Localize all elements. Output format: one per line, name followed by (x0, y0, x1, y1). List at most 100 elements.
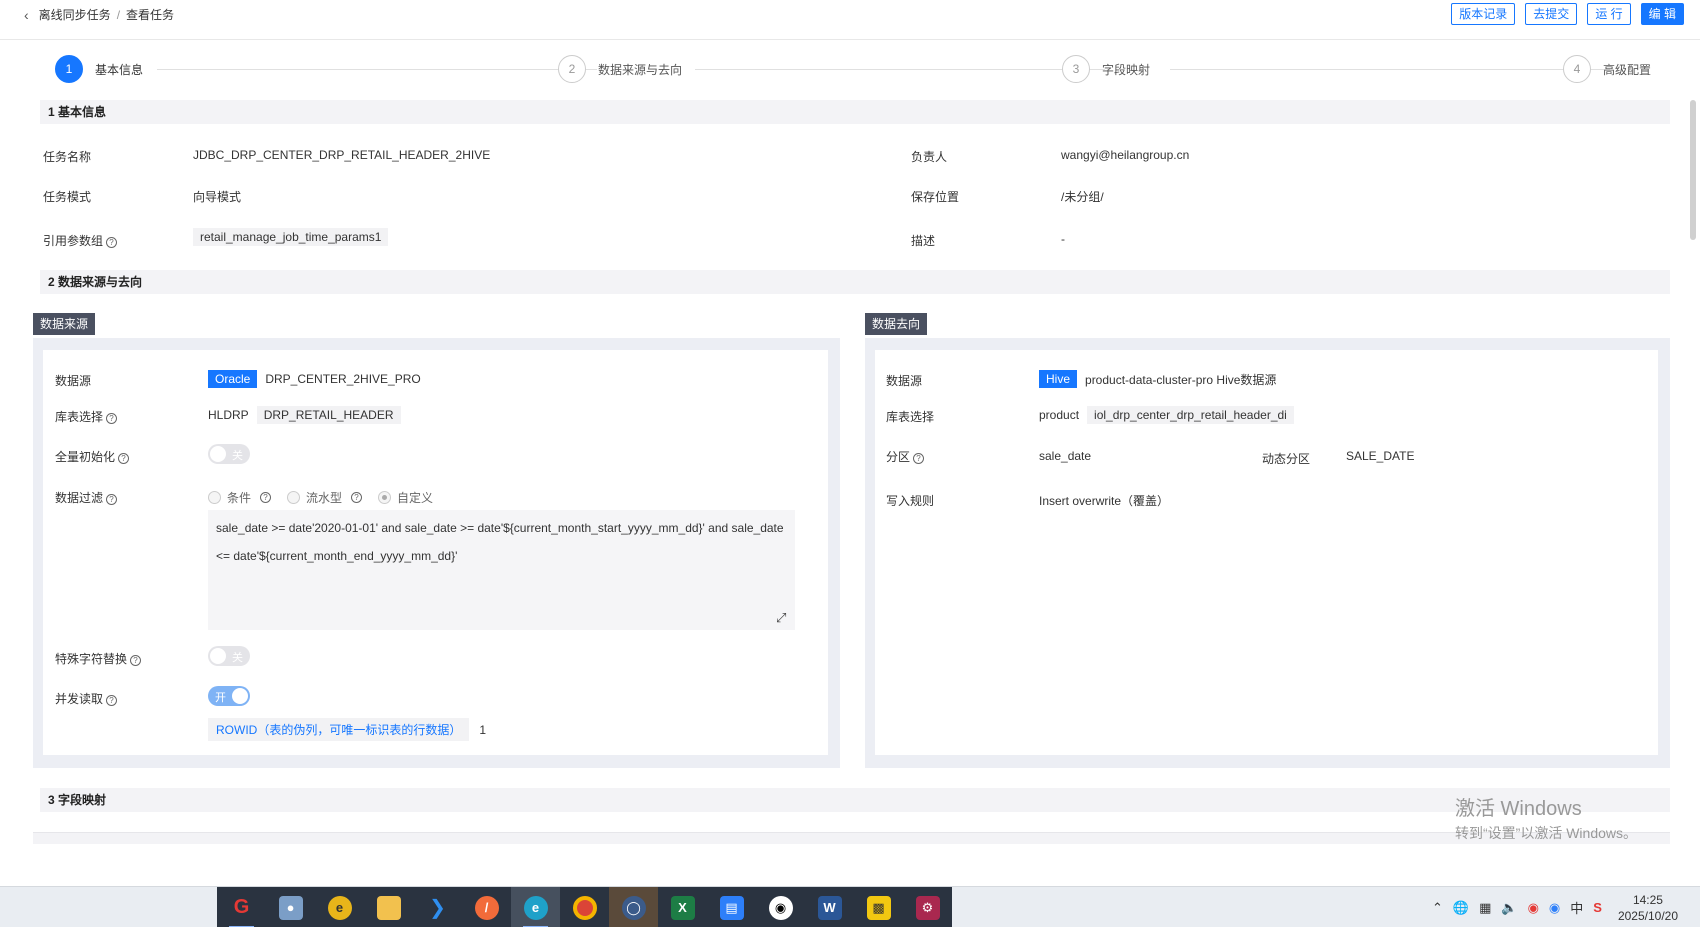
help-icon[interactable]: ? (106, 413, 118, 424)
folder-icon (376, 895, 401, 920)
source-table-label: 库表选择? (55, 408, 118, 425)
app-circle-icon: ◯ (621, 895, 646, 920)
param-group-label-text: 引用参数组 (43, 234, 104, 248)
taskbar-app-word[interactable]: W (805, 887, 854, 927)
activation-title: 激活 Windows (1455, 798, 1582, 820)
run-button[interactable]: 运 行 (1587, 3, 1631, 25)
source-table-value: HLDRP DRP_RETAIL_HEADER (208, 406, 401, 424)
taskbar-apps: G ● e ❯ / e ◯ X ▤ ◉ W ▩ ⚙ (217, 887, 952, 927)
toggle-text: 开 (215, 692, 226, 704)
toggle-knob (210, 446, 226, 462)
partition-label-text: 分区 (886, 450, 911, 464)
globe-icon[interactable]: 🌐 (1453, 900, 1469, 916)
radio-custom[interactable]: 自定义 (378, 489, 433, 506)
edge-icon: e (523, 895, 548, 920)
vertical-scrollbar[interactable] (1690, 100, 1696, 240)
step-label: 基本信息 (95, 62, 144, 77)
filter-sql-line-2: <= date'${current_month_end_yyyy_mm_dd}' (216, 549, 458, 563)
taskbar-app-penguin[interactable]: ◉ (756, 887, 805, 927)
owner-label: 负责人 (911, 150, 948, 164)
task-name-value: JDBC_DRP_CENTER_DRP_RETAIL_HEADER_2HIVE (193, 148, 491, 162)
app-orange-icon: / (474, 895, 499, 920)
full-init-label: 全量初始化? (55, 448, 130, 465)
expand-icon[interactable]: ⤢ (776, 610, 786, 626)
help-icon[interactable]: ? (351, 492, 363, 503)
taskbar-app-blue-icon[interactable]: ▤ (707, 887, 756, 927)
taskbar-app-explorer[interactable] (364, 887, 413, 927)
windows-activation-notice: 激活 Windows 转到“设置”以激活 Windows。 (1455, 792, 1637, 843)
help-icon[interactable]: ? (106, 494, 118, 505)
version-history-button[interactable]: 版本记录 (1451, 3, 1516, 25)
taskbar-app-red-icon[interactable]: G (217, 887, 266, 927)
special-char-label: 特殊字符替换? (55, 650, 142, 667)
owner-value: wangyi@heilangroup.cn (1061, 148, 1190, 162)
taskbar-app-powerbi[interactable]: ▩ (854, 887, 903, 927)
radio-stream[interactable]: 流水型? (287, 489, 363, 506)
write-rule-label: 写入规则 (886, 494, 935, 508)
top-actions: 版本记录 去提交 运 行 编 辑 (1451, 3, 1684, 25)
taskbar-app-vscode[interactable]: ❯ (413, 887, 462, 927)
radio-condition[interactable]: 条件? (208, 489, 272, 506)
taskbar-app-network-icon[interactable]: ● (266, 887, 315, 927)
edit-button[interactable]: 编 辑 (1640, 3, 1684, 25)
help-icon[interactable]: ? (106, 695, 118, 706)
param-group-label: 引用参数组? (43, 232, 118, 249)
section-field-mapping: 3 字段映射 (40, 788, 1670, 812)
step-advanced-config[interactable]: 4 高级配置 (1563, 55, 1651, 83)
step-label: 字段映射 (1102, 62, 1151, 77)
taskbar-app-yellow-icon[interactable]: e (315, 887, 364, 927)
taskbar-app-edge[interactable]: e (511, 887, 560, 927)
toggle-text: 关 (232, 652, 243, 664)
step-number: 4 (1563, 55, 1591, 83)
clock[interactable]: 14:25 2025/10/20 (1618, 892, 1678, 924)
help-icon[interactable]: ? (118, 453, 130, 464)
toggle-text: 关 (232, 450, 243, 462)
step-source-target[interactable]: 2 数据来源与去向 (558, 55, 682, 83)
help-icon[interactable]: ? (106, 237, 118, 248)
special-char-toggle[interactable]: 关 (208, 646, 250, 666)
dynamic-partition-label: 动态分区 (1262, 452, 1311, 466)
step-label: 高级配置 (1603, 62, 1652, 77)
taskbar-app-highlighted[interactable]: ◯ (609, 887, 658, 927)
tray-app-icon-2[interactable]: ◉ (1549, 900, 1560, 916)
source-table-label-text: 库表选择 (55, 410, 104, 424)
app-pink-icon: ⚙ (915, 895, 940, 920)
taskbar-app-orange-icon[interactable]: / (462, 887, 511, 927)
tray-app-icon[interactable]: ◉ (1528, 900, 1539, 916)
breadcrumb-parent[interactable]: 离线同步任务 (39, 6, 111, 23)
radio-label: 流水型 (306, 491, 343, 505)
step-number: 2 (558, 55, 586, 83)
help-icon[interactable]: ? (913, 453, 925, 464)
chevron-up-icon[interactable]: ⌃ (1432, 900, 1443, 916)
save-location-label: 保存位置 (911, 190, 960, 204)
taskbar-app-pink-icon[interactable]: ⚙ (903, 887, 952, 927)
help-icon[interactable]: ? (260, 492, 272, 503)
taskbar-app-excel[interactable]: X (658, 887, 707, 927)
target-table-value: product iol_drp_center_drp_retail_header… (1039, 406, 1294, 424)
full-init-toggle[interactable]: 关 (208, 444, 250, 464)
save-location-value: /未分组/ (1061, 190, 1104, 204)
rowid-row: ROWID（表的伪列，可唯一标识表的行数据） 1 (208, 718, 486, 741)
source-table-tag: DRP_RETAIL_HEADER (256, 406, 401, 424)
rowid-tag: ROWID（表的伪列，可唯一标识表的行数据） (208, 718, 470, 741)
target-table-label: 库表选择 (886, 410, 935, 424)
sogou-icon[interactable]: S (1593, 900, 1602, 915)
back-arrow-icon[interactable]: ‹ (24, 7, 29, 23)
help-icon[interactable]: ? (130, 655, 142, 666)
ime-indicator[interactable]: 中 (1570, 898, 1583, 917)
grid-icon[interactable]: ▦ (1479, 900, 1491, 916)
step-connector (1170, 69, 1610, 70)
submit-button[interactable]: 去提交 (1525, 3, 1578, 25)
target-ds-value: Hive product-data-cluster-pro Hive数据源 (1039, 370, 1276, 388)
filter-sql-box[interactable]: sale_date >= date'2020-01-01' and sale_d… (208, 510, 795, 630)
special-char-label-text: 特殊字符替换 (55, 652, 128, 666)
concurrent-read-toggle[interactable]: 开 (208, 686, 250, 706)
taskbar-app-chrome[interactable] (560, 887, 609, 927)
mapping-table-header (33, 832, 1670, 844)
speaker-icon[interactable]: 🔈 (1501, 900, 1517, 916)
step-field-mapping[interactable]: 3 字段映射 (1062, 55, 1150, 83)
full-init-label-text: 全量初始化 (55, 450, 116, 464)
step-basic-info[interactable]: 1 基本信息 (55, 55, 143, 83)
step-bar: 1 基本信息 2 数据来源与去向 3 字段映射 4 高级配置 (55, 55, 1655, 85)
description-value: - (1061, 232, 1065, 246)
